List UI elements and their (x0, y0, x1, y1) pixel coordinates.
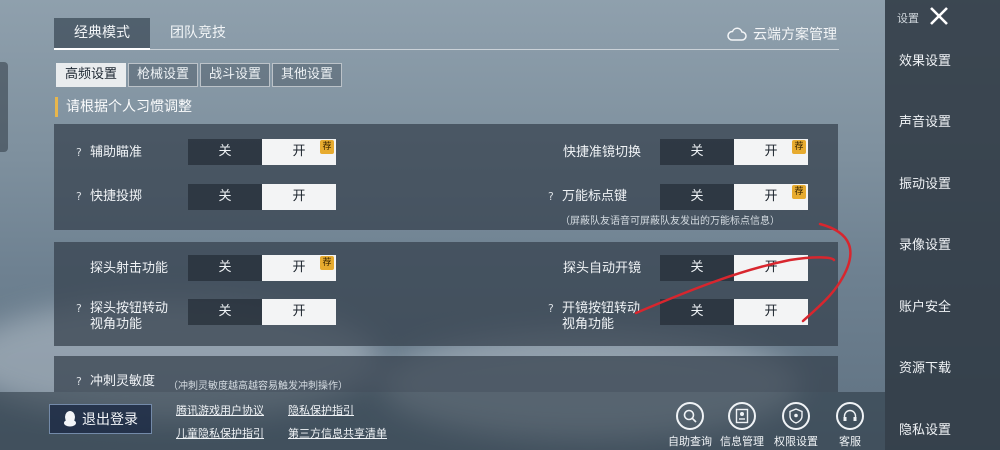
headset-icon (836, 402, 864, 430)
logout-button[interactable]: 退出登录 (49, 404, 152, 434)
close-button[interactable] (927, 4, 951, 28)
sidebar-item-sound[interactable]: 声音设置 (899, 111, 951, 130)
sidebar-item-resource-download[interactable]: 资源下载 (899, 357, 951, 376)
permission-settings-button[interactable]: 权限设置 (774, 402, 818, 449)
sidebar-item-account-security[interactable]: 账户安全 (899, 296, 951, 315)
third-party-share-list-link[interactable]: 第三方信息共享清单 (288, 425, 387, 441)
settings-main: 经典模式 团队竞技 云端方案管理 高频设置 枪械设置 战斗设置 其他设置 请根据… (0, 0, 885, 450)
privacy-guide-link[interactable]: 隐私保护指引 (288, 402, 354, 418)
self-service-query-button[interactable]: 自助查询 (668, 402, 712, 449)
logout-label: 退出登录 (82, 412, 138, 428)
red-annotation-stroke (634, 222, 852, 323)
sidebar-item-privacy[interactable]: 隐私设置 (899, 419, 951, 438)
search-icon (676, 402, 704, 430)
sidebar-item-effects[interactable]: 效果设置 (899, 50, 951, 69)
close-icon (930, 7, 948, 25)
tencent-user-agreement-link[interactable]: 腾讯游戏用户协议 (176, 402, 264, 418)
settings-sidebar: 设置 效果设置 声音设置 振动设置 录像设置 账户安全 资源下载 隐私设置 (885, 0, 1000, 450)
permission-settings-label: 权限设置 (774, 435, 818, 448)
info-management-button[interactable]: 信息管理 (720, 402, 764, 449)
customer-service-label: 客服 (839, 435, 861, 448)
customer-service-button[interactable]: 客服 (828, 402, 872, 449)
sidebar-item-recording[interactable]: 录像设置 (899, 234, 951, 253)
shield-icon (782, 402, 810, 430)
info-management-label: 信息管理 (720, 435, 764, 448)
qq-penguin-icon (64, 411, 76, 427)
sidebar-item-vibration[interactable]: 振动设置 (899, 173, 951, 192)
child-privacy-guide-link[interactable]: 儿童隐私保护指引 (176, 425, 264, 441)
sidebar-title: 设置 (897, 12, 919, 25)
self-service-query-label: 自助查询 (668, 435, 712, 448)
id-card-icon (728, 402, 756, 430)
